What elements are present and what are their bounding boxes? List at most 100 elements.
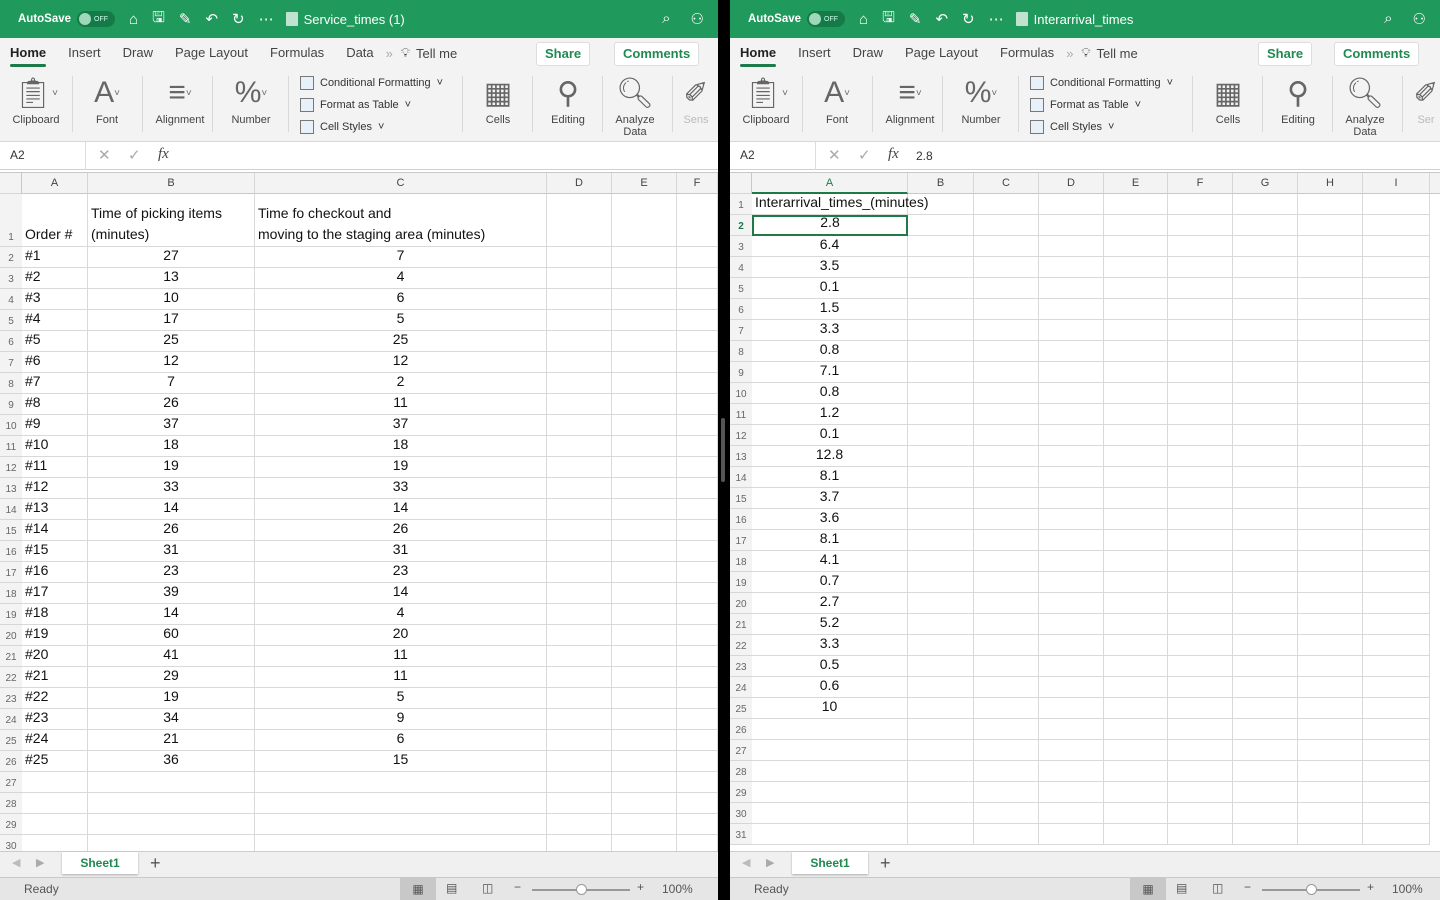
empty-cell[interactable]: [908, 215, 974, 236]
ribbon-number-button[interactable]: %˅Number: [952, 72, 1010, 136]
empty-cell[interactable]: [612, 835, 677, 851]
empty-cell[interactable]: [908, 341, 974, 362]
share-button[interactable]: Share: [536, 42, 590, 66]
empty-cell[interactable]: [22, 772, 88, 793]
empty-cell[interactable]: [547, 583, 612, 604]
empty-cell[interactable]: [1363, 698, 1430, 719]
ribbon-font-button[interactable]: A˅Font: [80, 72, 134, 136]
empty-cell[interactable]: [908, 467, 974, 488]
row-header[interactable]: 2: [0, 247, 22, 268]
empty-cell[interactable]: [1298, 677, 1363, 698]
data-cell[interactable]: 4: [255, 604, 547, 625]
tab-formulas[interactable]: Formulas: [1000, 38, 1054, 68]
empty-cell[interactable]: [1298, 824, 1363, 845]
column-header-E[interactable]: E: [1104, 173, 1168, 194]
empty-cell[interactable]: [1233, 383, 1298, 404]
empty-cell[interactable]: [1363, 467, 1430, 488]
ribbon-editing-button[interactable]: ⚲Editing: [1268, 72, 1328, 136]
empty-cell[interactable]: [612, 583, 677, 604]
empty-cell[interactable]: [1363, 299, 1430, 320]
tab-home[interactable]: Home: [740, 38, 776, 68]
data-cell[interactable]: #11: [22, 457, 88, 478]
data-cell[interactable]: 3.7: [752, 488, 908, 509]
empty-cell[interactable]: [908, 572, 974, 593]
empty-cell[interactable]: [677, 373, 718, 394]
empty-cell[interactable]: [547, 520, 612, 541]
empty-cell[interactable]: [908, 404, 974, 425]
row-header[interactable]: 16: [0, 541, 22, 562]
empty-cell[interactable]: [677, 436, 718, 457]
more-icon[interactable]: ⋯: [989, 10, 1004, 28]
row-header[interactable]: 14: [730, 467, 752, 488]
data-cell[interactable]: #23: [22, 709, 88, 730]
more-icon[interactable]: ⋯: [259, 10, 274, 28]
empty-cell[interactable]: [677, 709, 718, 730]
formula-input[interactable]: 2.8: [916, 149, 933, 163]
conditional-formatting-button[interactable]: Conditional Formatting˅: [1030, 76, 1173, 90]
normal-view-button[interactable]: ▦: [1130, 878, 1166, 900]
empty-cell[interactable]: [1039, 194, 1104, 215]
empty-cell[interactable]: [1104, 467, 1168, 488]
name-box[interactable]: A2: [730, 142, 816, 170]
empty-cell[interactable]: [974, 803, 1039, 824]
empty-cell[interactable]: [908, 488, 974, 509]
empty-cell[interactable]: [1298, 488, 1363, 509]
sheet-tab-sheet1[interactable]: Sheet1: [792, 852, 868, 874]
data-cell[interactable]: #12: [22, 478, 88, 499]
empty-cell[interactable]: [908, 824, 974, 845]
data-cell[interactable]: 15: [255, 751, 547, 772]
empty-cell[interactable]: [547, 835, 612, 851]
empty-cell[interactable]: [974, 236, 1039, 257]
zoom-in-button[interactable]: +: [1367, 880, 1374, 894]
empty-cell[interactable]: [1104, 257, 1168, 278]
empty-cell[interactable]: [612, 247, 677, 268]
empty-cell[interactable]: [677, 520, 718, 541]
empty-cell[interactable]: [1298, 656, 1363, 677]
row-header[interactable]: 29: [730, 782, 752, 803]
empty-cell[interactable]: [1168, 383, 1233, 404]
row-header[interactable]: 1: [0, 194, 22, 247]
empty-cell[interactable]: [547, 415, 612, 436]
empty-cell[interactable]: [1168, 257, 1233, 278]
empty-cell[interactable]: [974, 509, 1039, 530]
data-cell[interactable]: #15: [22, 541, 88, 562]
empty-cell[interactable]: [612, 194, 677, 247]
row-header[interactable]: 17: [730, 530, 752, 551]
empty-cell[interactable]: [1039, 320, 1104, 341]
data-cell[interactable]: 21: [88, 730, 255, 751]
empty-cell[interactable]: [677, 667, 718, 688]
page-layout-view-button[interactable]: ▤: [1176, 881, 1187, 895]
empty-cell[interactable]: [908, 635, 974, 656]
empty-cell[interactable]: [974, 446, 1039, 467]
empty-cell[interactable]: [908, 257, 974, 278]
empty-cell[interactable]: [1298, 320, 1363, 341]
data-cell[interactable]: 26: [88, 520, 255, 541]
comments-button[interactable]: Comments: [1334, 42, 1419, 66]
row-header[interactable]: 25: [0, 730, 22, 751]
empty-cell[interactable]: [1298, 236, 1363, 257]
enter-icon[interactable]: ✓: [128, 146, 141, 164]
data-cell[interactable]: 1.2: [752, 404, 908, 425]
data-cell[interactable]: 2.8: [752, 215, 908, 236]
empty-cell[interactable]: [1039, 593, 1104, 614]
empty-cell[interactable]: [1298, 572, 1363, 593]
empty-cell[interactable]: [1298, 740, 1363, 761]
empty-cell[interactable]: [1104, 320, 1168, 341]
empty-cell[interactable]: [612, 688, 677, 709]
share-button[interactable]: Share: [1258, 42, 1312, 66]
empty-cell[interactable]: [974, 551, 1039, 572]
empty-cell[interactable]: [1039, 299, 1104, 320]
function-icon[interactable]: fx: [888, 146, 899, 163]
empty-cell[interactable]: [1298, 194, 1363, 215]
data-cell[interactable]: 17: [88, 310, 255, 331]
row-header[interactable]: 13: [0, 478, 22, 499]
page-break-view-button[interactable]: ◫: [482, 881, 493, 895]
empty-cell[interactable]: [547, 604, 612, 625]
data-cell[interactable]: 11: [255, 394, 547, 415]
row-header[interactable]: 21: [730, 614, 752, 635]
data-cell[interactable]: #21: [22, 667, 88, 688]
tab-draw[interactable]: Draw: [853, 38, 883, 68]
empty-cell[interactable]: [255, 793, 547, 814]
tell-me-search[interactable]: Tell me: [416, 46, 457, 61]
row-header[interactable]: 22: [0, 667, 22, 688]
